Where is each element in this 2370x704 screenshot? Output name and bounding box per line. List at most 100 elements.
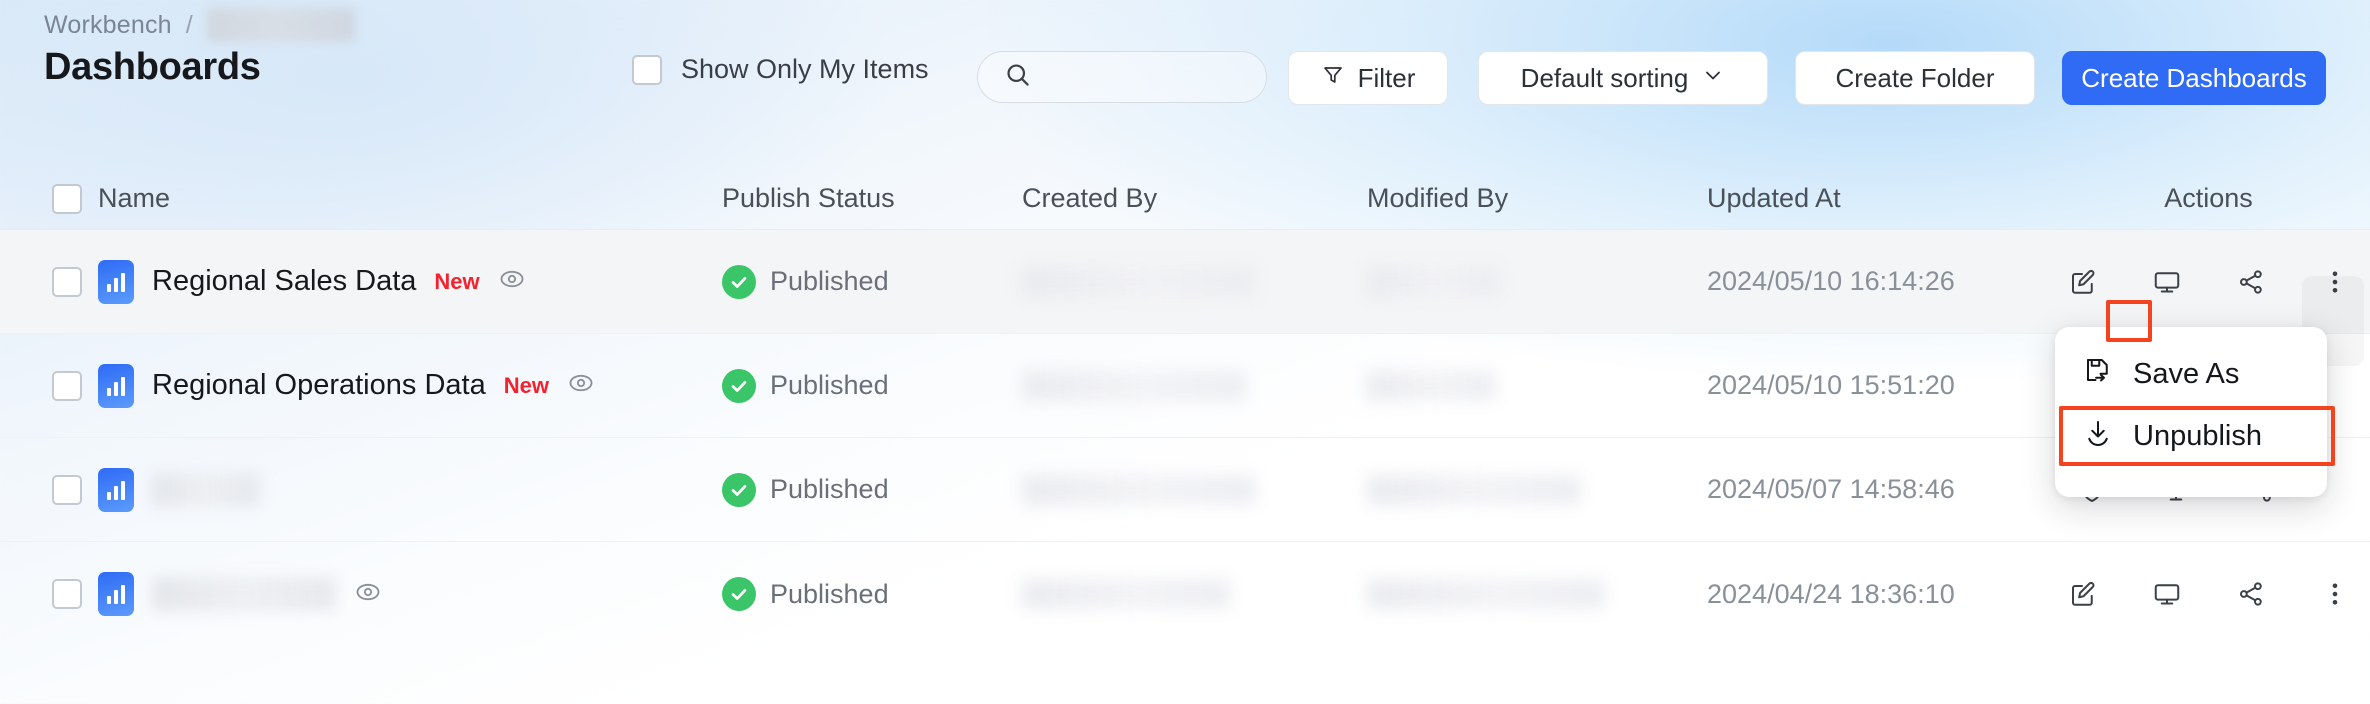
row-actions-cell bbox=[2047, 574, 2370, 614]
edit-icon[interactable] bbox=[2063, 574, 2103, 614]
row-created-by-cell bbox=[1022, 475, 1367, 505]
menu-item-save-as[interactable]: Save As bbox=[2055, 343, 2327, 405]
created-by-redacted bbox=[1022, 371, 1246, 401]
published-check-icon bbox=[722, 577, 756, 611]
updated-at-text: 2024/05/10 16:14:26 bbox=[1707, 266, 1955, 296]
eye-icon[interactable] bbox=[354, 578, 382, 611]
show-only-my-items-checkbox[interactable] bbox=[632, 55, 662, 85]
breadcrumb-separator: / bbox=[186, 11, 193, 40]
dashboard-name-redacted[interactable] bbox=[152, 473, 260, 507]
breadcrumb: Workbench / bbox=[44, 8, 355, 42]
column-header-modified-by[interactable]: Modified By bbox=[1367, 183, 1707, 214]
create-dashboards-button[interactable]: Create Dashboards bbox=[2062, 51, 2326, 105]
table-row[interactable]: Regional Sales Data New Published 2024/0… bbox=[0, 230, 2370, 334]
eye-icon[interactable] bbox=[498, 265, 526, 298]
edit-icon[interactable] bbox=[2063, 262, 2103, 302]
menu-item-unpublish[interactable]: Unpublish bbox=[2055, 405, 2327, 467]
chevron-down-icon bbox=[1701, 63, 1725, 94]
created-by-redacted bbox=[1022, 475, 1256, 505]
menu-item-save-as-label: Save As bbox=[2133, 358, 2239, 391]
kebab-icon[interactable] bbox=[2315, 574, 2355, 614]
column-header-created-by[interactable]: Created By bbox=[1022, 183, 1367, 214]
sorting-label: Default sorting bbox=[1521, 63, 1689, 94]
modified-by-redacted bbox=[1367, 371, 1495, 401]
row-name-cell[interactable]: Regional Operations Data New bbox=[98, 364, 722, 408]
row-updated-at-cell: 2024/05/07 14:58:46 bbox=[1707, 474, 2047, 505]
dashboard-name[interactable]: Regional Operations Data bbox=[152, 369, 486, 402]
row-checkbox[interactable] bbox=[52, 475, 82, 505]
create-folder-button[interactable]: Create Folder bbox=[1795, 51, 2035, 105]
row-name-cell[interactable]: Regional Sales Data New bbox=[98, 260, 722, 304]
save-as-icon bbox=[2083, 355, 2113, 393]
row-name-cell[interactable] bbox=[98, 468, 722, 512]
row-checkbox[interactable] bbox=[52, 579, 82, 609]
share-icon[interactable] bbox=[2231, 574, 2271, 614]
row-modified-by-cell bbox=[1367, 475, 1707, 505]
row-created-by-cell bbox=[1022, 371, 1367, 401]
menu-item-unpublish-label: Unpublish bbox=[2133, 420, 2262, 453]
show-only-my-items-toggle[interactable]: Show Only My Items bbox=[632, 54, 929, 85]
select-all-checkbox[interactable] bbox=[52, 184, 82, 214]
table-row[interactable]: Published 2024/04/24 18:36:10 bbox=[0, 542, 2370, 646]
eye-icon[interactable] bbox=[567, 369, 595, 402]
sorting-select[interactable]: Default sorting bbox=[1478, 51, 1768, 105]
row-select-cell[interactable] bbox=[52, 579, 98, 609]
show-only-my-items-label: Show Only My Items bbox=[681, 54, 929, 85]
breadcrumb-root[interactable]: Workbench bbox=[44, 11, 172, 40]
dashboards-table: Name Publish Status Created By Modified … bbox=[0, 168, 2370, 646]
publish-status-text: Published bbox=[770, 579, 889, 610]
row-updated-at-cell: 2024/04/24 18:36:10 bbox=[1707, 579, 2047, 610]
created-by-redacted bbox=[1022, 579, 1230, 609]
column-header-name[interactable]: Name bbox=[98, 183, 722, 214]
table-row[interactable]: Regional Operations Data New Published 2… bbox=[0, 334, 2370, 438]
new-badge: New bbox=[434, 269, 479, 295]
dashboard-icon bbox=[98, 364, 134, 408]
row-updated-at-cell: 2024/05/10 16:14:26 bbox=[1707, 266, 2047, 297]
dashboard-name-redacted[interactable] bbox=[152, 577, 336, 611]
select-all-cell[interactable] bbox=[52, 184, 98, 214]
create-dashboards-label: Create Dashboards bbox=[2081, 63, 2306, 94]
search-icon bbox=[1004, 61, 1032, 94]
row-modified-by-cell bbox=[1367, 371, 1707, 401]
dashboard-icon bbox=[98, 468, 134, 512]
row-modified-by-cell bbox=[1367, 579, 1707, 609]
column-header-publish-status[interactable]: Publish Status bbox=[722, 183, 1022, 214]
modified-by-redacted bbox=[1367, 579, 1605, 609]
search-box[interactable] bbox=[977, 51, 1267, 103]
row-status-cell: Published bbox=[722, 265, 1022, 299]
monitor-icon[interactable] bbox=[2147, 574, 2187, 614]
column-header-updated-at[interactable]: Updated At bbox=[1707, 183, 2047, 214]
publish-status-text: Published bbox=[770, 266, 889, 297]
monitor-icon[interactable] bbox=[2147, 262, 2187, 302]
table-row[interactable]: Published 2024/05/07 14:58:46 bbox=[0, 438, 2370, 542]
filter-button[interactable]: Filter bbox=[1288, 51, 1448, 105]
updated-at-text: 2024/05/10 15:51:20 bbox=[1707, 370, 1955, 400]
share-icon[interactable] bbox=[2231, 262, 2271, 302]
column-header-actions: Actions bbox=[2047, 183, 2370, 214]
breadcrumb-current-redacted[interactable] bbox=[207, 8, 355, 42]
row-name-cell[interactable] bbox=[98, 572, 722, 616]
modified-by-redacted bbox=[1367, 267, 1499, 297]
dashboard-name[interactable]: Regional Sales Data bbox=[152, 265, 416, 298]
row-created-by-cell bbox=[1022, 267, 1367, 297]
search-input[interactable] bbox=[1044, 63, 1244, 91]
row-select-cell[interactable] bbox=[52, 475, 98, 505]
dashboard-icon bbox=[98, 260, 134, 304]
published-check-icon bbox=[722, 369, 756, 403]
page-toolbar: Dashboards Show Only My Items Filter Def… bbox=[0, 46, 2370, 112]
row-select-cell[interactable] bbox=[52, 371, 98, 401]
row-status-cell: Published bbox=[722, 369, 1022, 403]
page-title: Dashboards bbox=[44, 46, 261, 89]
create-folder-label: Create Folder bbox=[1836, 63, 1995, 94]
updated-at-text: 2024/04/24 18:36:10 bbox=[1707, 579, 1955, 609]
published-check-icon bbox=[722, 265, 756, 299]
row-status-cell: Published bbox=[722, 473, 1022, 507]
row-checkbox[interactable] bbox=[52, 371, 82, 401]
row-checkbox[interactable] bbox=[52, 267, 82, 297]
row-modified-by-cell bbox=[1367, 267, 1707, 297]
publish-status-text: Published bbox=[770, 474, 889, 505]
created-by-redacted bbox=[1022, 267, 1254, 297]
row-select-cell[interactable] bbox=[52, 267, 98, 297]
row-status-cell: Published bbox=[722, 577, 1022, 611]
dashboard-icon bbox=[98, 572, 134, 616]
